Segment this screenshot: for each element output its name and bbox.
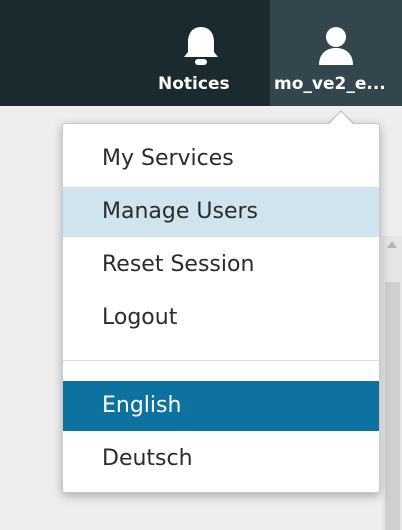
user-icon[interactable] [316, 22, 356, 70]
menu-item-manage-users[interactable]: Manage Users [63, 187, 379, 237]
menu-item-logout[interactable]: Logout [63, 293, 379, 343]
user-menu-tab[interactable]: mo_ve2_e... [270, 0, 402, 106]
menu-item-my-services[interactable]: My Services [63, 134, 379, 184]
menu-item-language-deutsch[interactable]: Deutsch [63, 434, 379, 484]
menu-item-language-english[interactable]: English [63, 381, 379, 431]
username-label[interactable]: mo_ve2_e... [274, 72, 386, 96]
bell-icon[interactable] [181, 22, 221, 70]
menu-divider [63, 360, 379, 361]
user-dropdown-menu: My Services Manage Users Reset Session L… [62, 123, 380, 493]
scroll-up-arrow-icon[interactable] [387, 241, 397, 248]
menu-item-reset-session[interactable]: Reset Session [63, 240, 379, 290]
top-navigation-bar: Notices mo_ve2_e... [0, 0, 402, 106]
notices-label[interactable]: Notices [158, 72, 230, 96]
dropdown-caret-fill [329, 112, 353, 124]
scrollbar-thumb[interactable] [385, 282, 400, 530]
